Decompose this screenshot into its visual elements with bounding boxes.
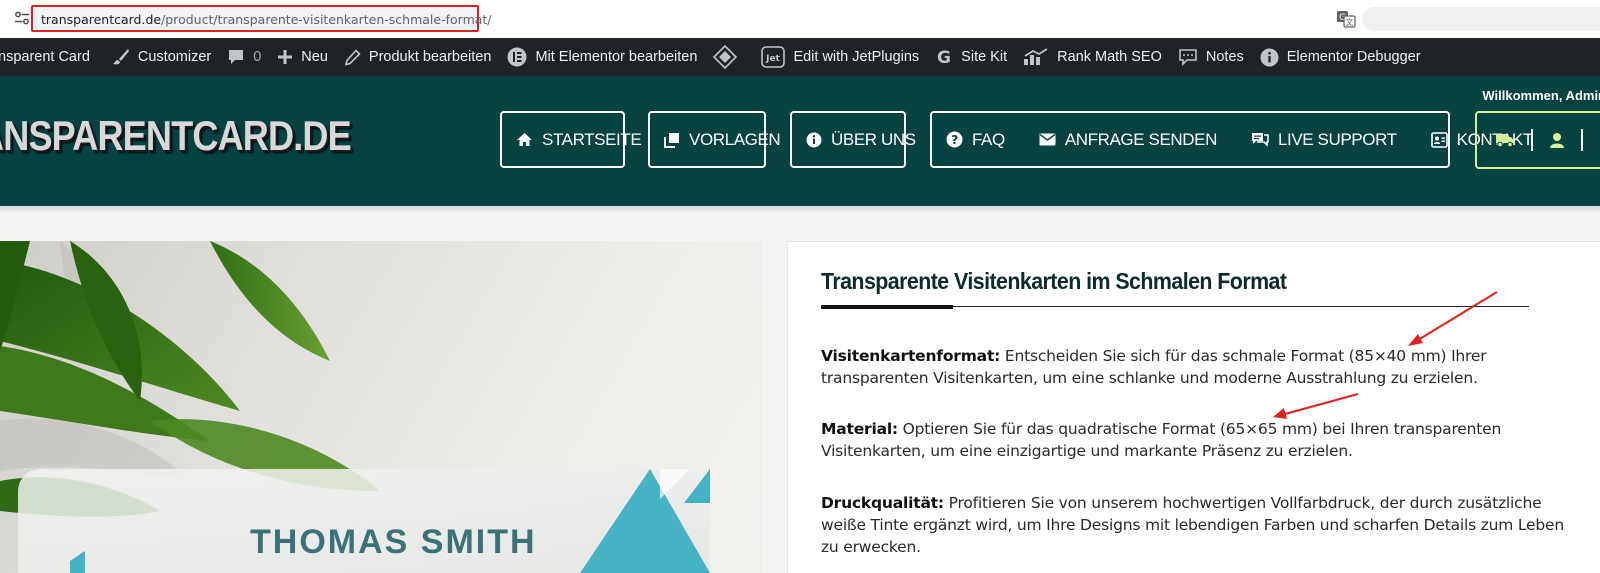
nav-live-support-label: LIVE SUPPORT	[1277, 129, 1397, 149]
speech-bubble-icon	[1179, 49, 1197, 66]
admin-bar-site-kit[interactable]: G Site Kit	[927, 38, 1015, 76]
admin-bar-rank-math[interactable]: Rank Math SEO	[1015, 38, 1170, 76]
wp-admin-bar: nsparent Card Customizer 0 Neu Produkt b…	[0, 38, 1600, 76]
elementor-icon	[507, 47, 527, 67]
card-name-text: THOMAS SMITH	[250, 523, 537, 561]
nav-startseite-label: STARTSEITE	[542, 129, 642, 149]
nav-startseite[interactable]: STARTSEITE	[500, 111, 642, 168]
chat-icon	[1251, 132, 1269, 147]
elementor-debugger-label: Elementor Debugger	[1286, 49, 1421, 65]
notes-label: Notes	[1205, 49, 1244, 65]
google-g-icon: G	[937, 48, 951, 66]
admin-bar-elementor-debugger[interactable]: Elementor Debugger	[1252, 38, 1429, 76]
admin-bar-new[interactable]: Neu	[269, 38, 336, 76]
url-field[interactable]: transparentcard.de/product/transparente-…	[31, 5, 492, 32]
nav-divider	[1581, 129, 1583, 151]
customizer-label: Customizer	[137, 49, 212, 65]
jet-icon: Jet	[761, 46, 786, 68]
nav-live-support[interactable]: LIVE SUPPORT	[1251, 130, 1397, 150]
brush-icon	[112, 49, 129, 65]
admin-bar-customizer[interactable]: Customizer	[104, 38, 219, 76]
nav-anfrage-senden[interactable]: ANFRAGE SENDEN	[1039, 130, 1217, 150]
admin-bar-jetplugins[interactable]: Jet Edit with JetPlugins	[753, 38, 927, 76]
home-icon	[517, 133, 532, 146]
nav-ueber-uns-label: ÜBER UNS	[831, 129, 916, 149]
product-description: Transparente Visitenkarten im Schmalen F…	[787, 241, 1600, 573]
nav-faq-label: FAQ	[972, 129, 1005, 149]
copy-icon	[664, 132, 679, 148]
rank-math-icon	[1024, 48, 1048, 65]
admin-bar-edit-product[interactable]: Produkt bearbeiten	[336, 38, 500, 76]
rank-math-label: Rank Math SEO	[1057, 49, 1162, 65]
nav-group: ? FAQ ANFRAGE SENDEN LIVE SUPPORT KONTAK…	[930, 111, 1533, 168]
product-image[interactable]: THOMAS SMITH	[0, 241, 762, 573]
elementor-edit-label: Mit Elementor bearbeiten	[535, 49, 698, 65]
description-title: Transparente Visitenkarten im Schmalen F…	[821, 268, 1287, 294]
welcome-text[interactable]: Willkommen, Admin	[1482, 88, 1600, 103]
nav-vorlagen-label: VORLAGEN	[689, 129, 781, 149]
info-circle-icon	[806, 132, 822, 147]
paragraph-material-label: Material:	[821, 420, 898, 438]
admin-bar-comments[interactable]: 0	[219, 38, 269, 76]
paragraph-print-quality-label: Druckqualität:	[821, 494, 944, 512]
site-header: Willkommen, Admin ANSPARENTCARD.DE START…	[0, 76, 1600, 206]
pencil-icon	[344, 48, 361, 66]
site-kit-label: Site Kit	[961, 49, 1008, 65]
svg-text:?: ?	[951, 133, 958, 147]
paragraph-format-label: Visitenkartenformat:	[821, 347, 1001, 365]
admin-bar-notes[interactable]: Notes	[1170, 38, 1252, 76]
svg-text:Jet: Jet	[766, 54, 781, 64]
user-icon[interactable]	[1549, 132, 1565, 149]
diamond-icon	[713, 45, 738, 69]
site-logo[interactable]: ANSPARENTCARD.DE	[0, 112, 352, 160]
admin-bar-diamond[interactable]	[705, 38, 753, 76]
comment-icon	[229, 50, 244, 64]
site-name-label: nsparent Card	[0, 49, 90, 65]
nav-faq[interactable]: ? FAQ	[946, 130, 1005, 150]
nav-icon-group	[1475, 111, 1600, 169]
header-shadow	[0, 206, 1600, 214]
site-settings-icon[interactable]	[14, 10, 30, 26]
nav-vorlagen[interactable]: VORLAGEN	[648, 111, 781, 168]
nav-anfrage-label: ANFRAGE SENDEN	[1064, 129, 1218, 149]
url-host: transparentcard.de	[41, 12, 162, 27]
svg-text:文: 文	[1346, 17, 1354, 27]
paragraph-print-quality: Druckqualität: Profitieren Sie von unser…	[821, 492, 1581, 558]
contact-card-icon	[1430, 131, 1448, 148]
paragraph-material: Material: Optieren Sie für das quadratis…	[821, 418, 1581, 462]
admin-bar-elementor-edit[interactable]: Mit Elementor bearbeiten	[499, 38, 705, 76]
admin-bar-site-name[interactable]: nsparent Card	[0, 38, 104, 76]
nav-ueber-uns[interactable]: ÜBER UNS	[790, 111, 916, 168]
nav-divider	[1531, 129, 1533, 151]
translate-icon[interactable]: G 文	[1336, 9, 1356, 29]
title-underline-accent	[821, 305, 953, 309]
truck-icon[interactable]	[1495, 132, 1515, 148]
url-path: /product/transparente-visitenkarten-schm…	[161, 12, 492, 27]
paragraph-format: Visitenkartenformat: Entscheiden Sie sic…	[821, 345, 1581, 389]
svg-text:G: G	[937, 48, 951, 66]
info-icon	[1260, 48, 1279, 66]
comments-count: 0	[253, 49, 262, 65]
question-circle-icon: ?	[946, 131, 963, 148]
plus-icon	[278, 50, 293, 64]
edit-product-label: Produkt bearbeiten	[368, 49, 492, 65]
jetplugins-label: Edit with JetPlugins	[793, 49, 920, 65]
profile-area[interactable]	[1362, 7, 1600, 31]
envelope-icon	[1039, 133, 1056, 146]
new-label: Neu	[301, 49, 328, 65]
paragraph-material-text: Optieren Sie für das quadratische Format…	[821, 420, 1502, 460]
browser-address-bar: transparentcard.de/product/transparente-…	[0, 0, 1600, 38]
